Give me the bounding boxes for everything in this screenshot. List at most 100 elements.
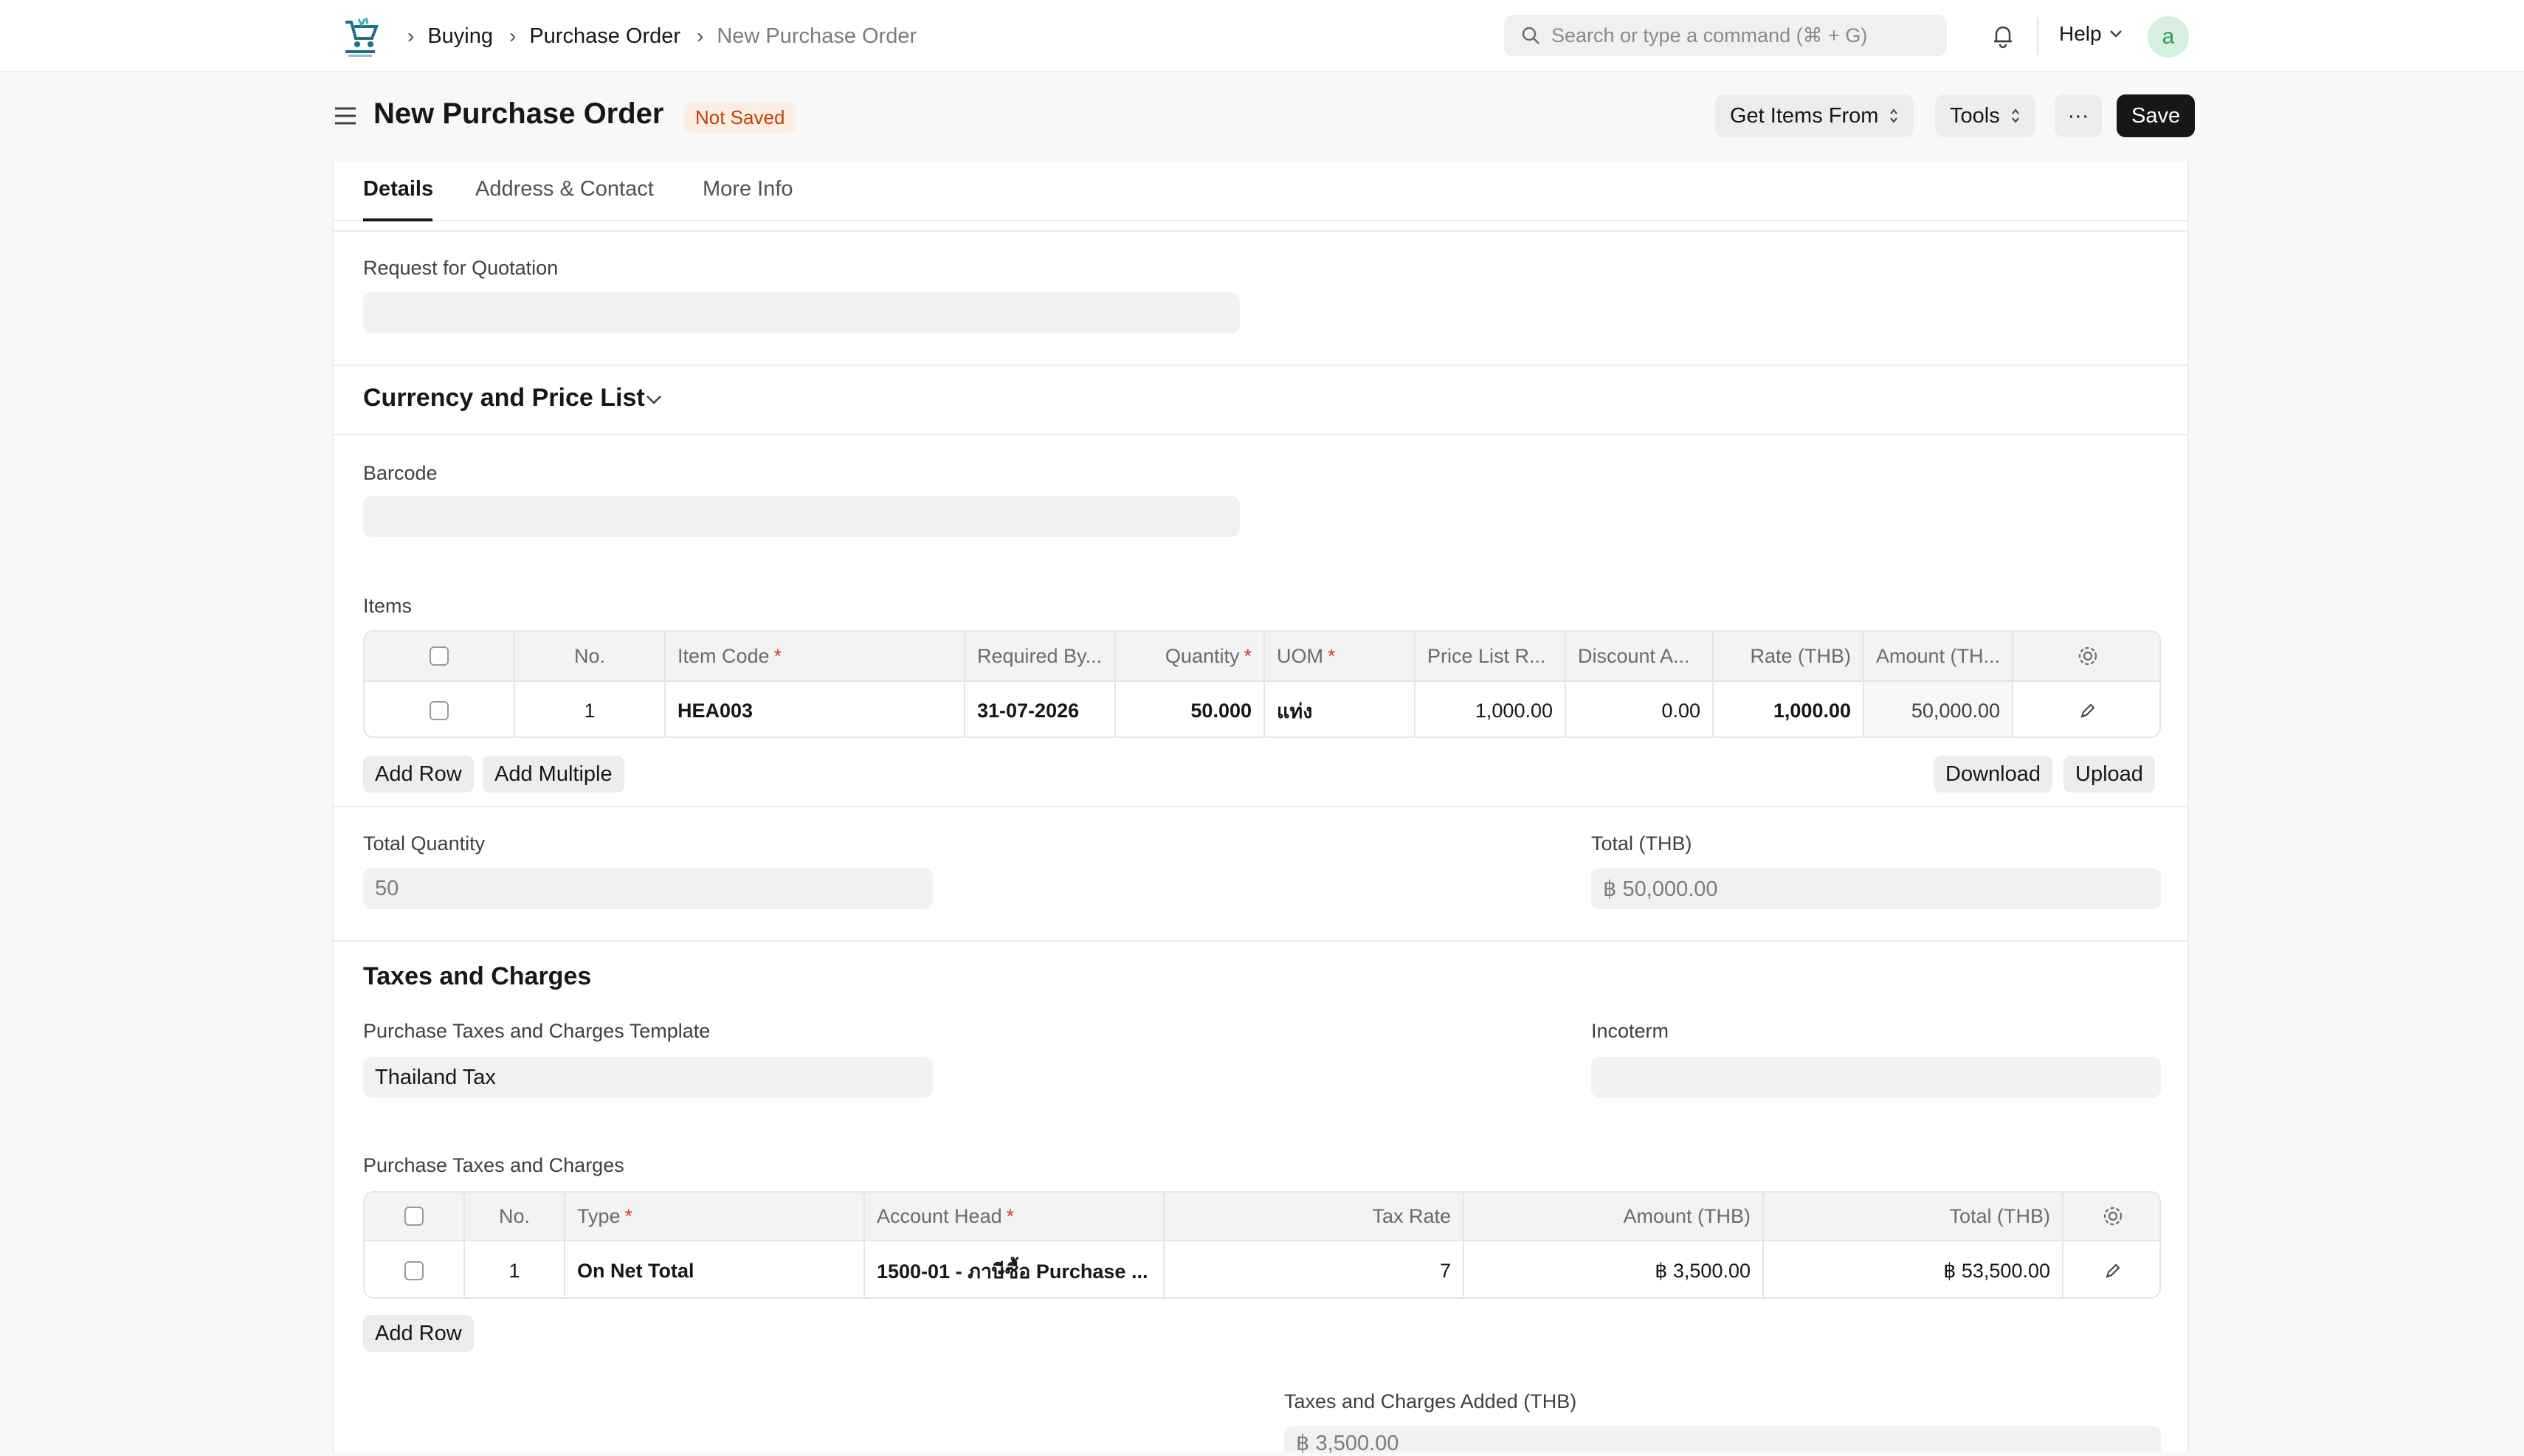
hamburger-menu-icon[interactable]: [334, 105, 357, 127]
search-placeholder: Search or type a command (⌘ + G): [1551, 24, 1868, 46]
row-quantity[interactable]: 50.000: [1116, 682, 1265, 736]
chevron-down-icon: [2109, 30, 2122, 38]
row-checkbox[interactable]: [404, 1261, 424, 1280]
pencil-edit-icon[interactable]: [2078, 701, 2097, 720]
more-actions-button[interactable]: ···: [2055, 94, 2102, 137]
currency-section-title[interactable]: Currency and Price List: [363, 384, 645, 413]
header-type: Type *: [565, 1193, 865, 1240]
upload-button[interactable]: Upload: [2063, 756, 2155, 793]
row-price-list-rate[interactable]: 1,000.00: [1416, 682, 1566, 736]
required-marker: *: [1328, 644, 1336, 667]
section-divider: [334, 940, 2187, 942]
items-label: Items: [363, 595, 413, 617]
chevron-right-icon: ›: [407, 24, 415, 47]
select-all-cell: [365, 632, 515, 680]
breadcrumb-buying[interactable]: Buying: [427, 24, 493, 49]
chevron-down-icon[interactable]: [645, 394, 663, 406]
header-account-head-text: Account Head: [877, 1204, 1002, 1227]
rfq-field[interactable]: [363, 292, 1240, 334]
add-tax-row-button[interactable]: Add Row: [363, 1315, 474, 1352]
row-edit-cell: [2013, 682, 2159, 736]
column-settings-cell: [2063, 1193, 2159, 1240]
table-row[interactable]: 1 HEA003 31-07-2026 50.000 แท่ง 1,000.00…: [365, 682, 2159, 736]
gear-icon[interactable]: [2077, 645, 2099, 667]
incoterm-field[interactable]: [1591, 1057, 2161, 1098]
chevron-right-icon: ›: [697, 24, 704, 47]
header-price-list-rate: Price List R...: [1416, 632, 1566, 680]
table-row[interactable]: 1 On Net Total 1500-01 - ภาษีซื้อ Purcha…: [365, 1241, 2159, 1297]
required-marker: *: [773, 644, 782, 667]
row-edit-cell: [2063, 1241, 2159, 1297]
breadcrumb-purchase-order[interactable]: Purchase Order: [529, 24, 680, 49]
form-card: Details Address & Contact More Info Requ…: [332, 161, 2189, 1455]
taxes-table-label: Purchase Taxes and Charges: [363, 1154, 624, 1176]
items-table-header: No. Item Code * Required By... Quantity * …: [365, 632, 2159, 682]
tab-details[interactable]: Details: [363, 177, 433, 201]
row-no: 1: [465, 1241, 565, 1297]
status-badge: Not Saved: [683, 102, 797, 133]
header-tax-rate: Tax Rate: [1165, 1193, 1464, 1240]
row-select-cell: [365, 1241, 465, 1297]
row-type[interactable]: On Net Total: [565, 1241, 865, 1297]
help-dropdown[interactable]: Help: [2059, 22, 2123, 46]
page-title: New Purchase Order: [373, 97, 664, 130]
breadcrumb: › Buying › Purchase Order › New Purchase…: [404, 0, 917, 72]
row-item-code[interactable]: HEA003: [666, 682, 965, 736]
header-no: No.: [515, 632, 666, 680]
search-input[interactable]: Search or type a command (⌘ + G): [1504, 15, 1947, 56]
bell-icon[interactable]: [1990, 22, 2016, 49]
header-quantity: Quantity *: [1116, 632, 1265, 680]
add-row-button[interactable]: Add Row: [363, 756, 474, 793]
barcode-field[interactable]: [363, 496, 1240, 537]
row-rate[interactable]: 1,000.00: [1714, 682, 1864, 736]
section-divider: [334, 434, 2187, 435]
row-select-cell: [365, 682, 515, 736]
gear-icon[interactable]: [2102, 1205, 2124, 1227]
header-amount: Amount (TH...: [1864, 632, 2013, 680]
download-button[interactable]: Download: [1934, 756, 2052, 793]
avatar[interactable]: a: [2148, 16, 2189, 58]
tax-template-field[interactable]: Thailand Tax: [363, 1057, 933, 1098]
section-divider: [334, 365, 2187, 366]
top-navbar: › Buying › Purchase Order › New Purchase…: [0, 0, 2524, 72]
total-quantity-label: Total Quantity: [363, 832, 486, 855]
navbar-divider: [2037, 18, 2038, 55]
required-marker: *: [624, 1204, 633, 1227]
sort-arrows-icon: [2011, 108, 2019, 123]
incoterm-label: Incoterm: [1591, 1020, 1669, 1042]
row-no: 1: [515, 682, 666, 736]
tax-template-label: Purchase Taxes and Charges Template: [363, 1020, 711, 1042]
row-discount[interactable]: 0.00: [1566, 682, 1714, 736]
required-marker: *: [1244, 644, 1252, 667]
header-item-code-text: Item Code: [677, 644, 770, 667]
header-type-text: Type: [577, 1204, 621, 1227]
row-checkbox[interactable]: [430, 701, 449, 720]
row-required-by[interactable]: 31-07-2026: [965, 682, 1116, 736]
save-button[interactable]: Save: [2117, 94, 2196, 137]
chevron-right-icon: ›: [509, 24, 517, 47]
taxes-table: No. Type * Account Head * Tax Rate Amount …: [363, 1191, 2161, 1299]
add-multiple-button[interactable]: Add Multiple: [483, 756, 624, 793]
row-account-head[interactable]: 1500-01 - ภาษีซื้อ Purchase ...: [865, 1241, 1165, 1297]
total-quantity-field: 50: [363, 868, 933, 909]
tools-button[interactable]: Tools: [1935, 94, 2035, 137]
pencil-edit-icon[interactable]: [2103, 1261, 2123, 1280]
taxes-table-header: No. Type * Account Head * Tax Rate Amount …: [365, 1193, 2159, 1241]
row-tax-rate[interactable]: 7: [1165, 1241, 1464, 1297]
header-item-code: Item Code *: [666, 632, 965, 680]
tab-more-info[interactable]: More Info: [703, 177, 793, 201]
row-tax-amount[interactable]: ฿ 3,500.00: [1464, 1241, 1764, 1297]
header-uom: UOM *: [1265, 632, 1416, 680]
header-discount: Discount A...: [1566, 632, 1714, 680]
get-items-from-button[interactable]: Get Items From: [1715, 94, 1914, 137]
tab-address-contact[interactable]: Address & Contact: [475, 177, 654, 201]
header-uom-text: UOM: [1277, 644, 1323, 667]
app-logo-icon[interactable]: [339, 15, 381, 59]
section-divider: [334, 230, 2187, 232]
select-all-checkbox[interactable]: [404, 1207, 424, 1226]
row-uom[interactable]: แท่ง: [1265, 682, 1416, 736]
total-field: ฿ 50,000.00: [1591, 868, 2161, 909]
select-all-checkbox[interactable]: [430, 646, 449, 666]
header-account-head: Account Head *: [865, 1193, 1165, 1240]
select-all-cell: [365, 1193, 465, 1240]
